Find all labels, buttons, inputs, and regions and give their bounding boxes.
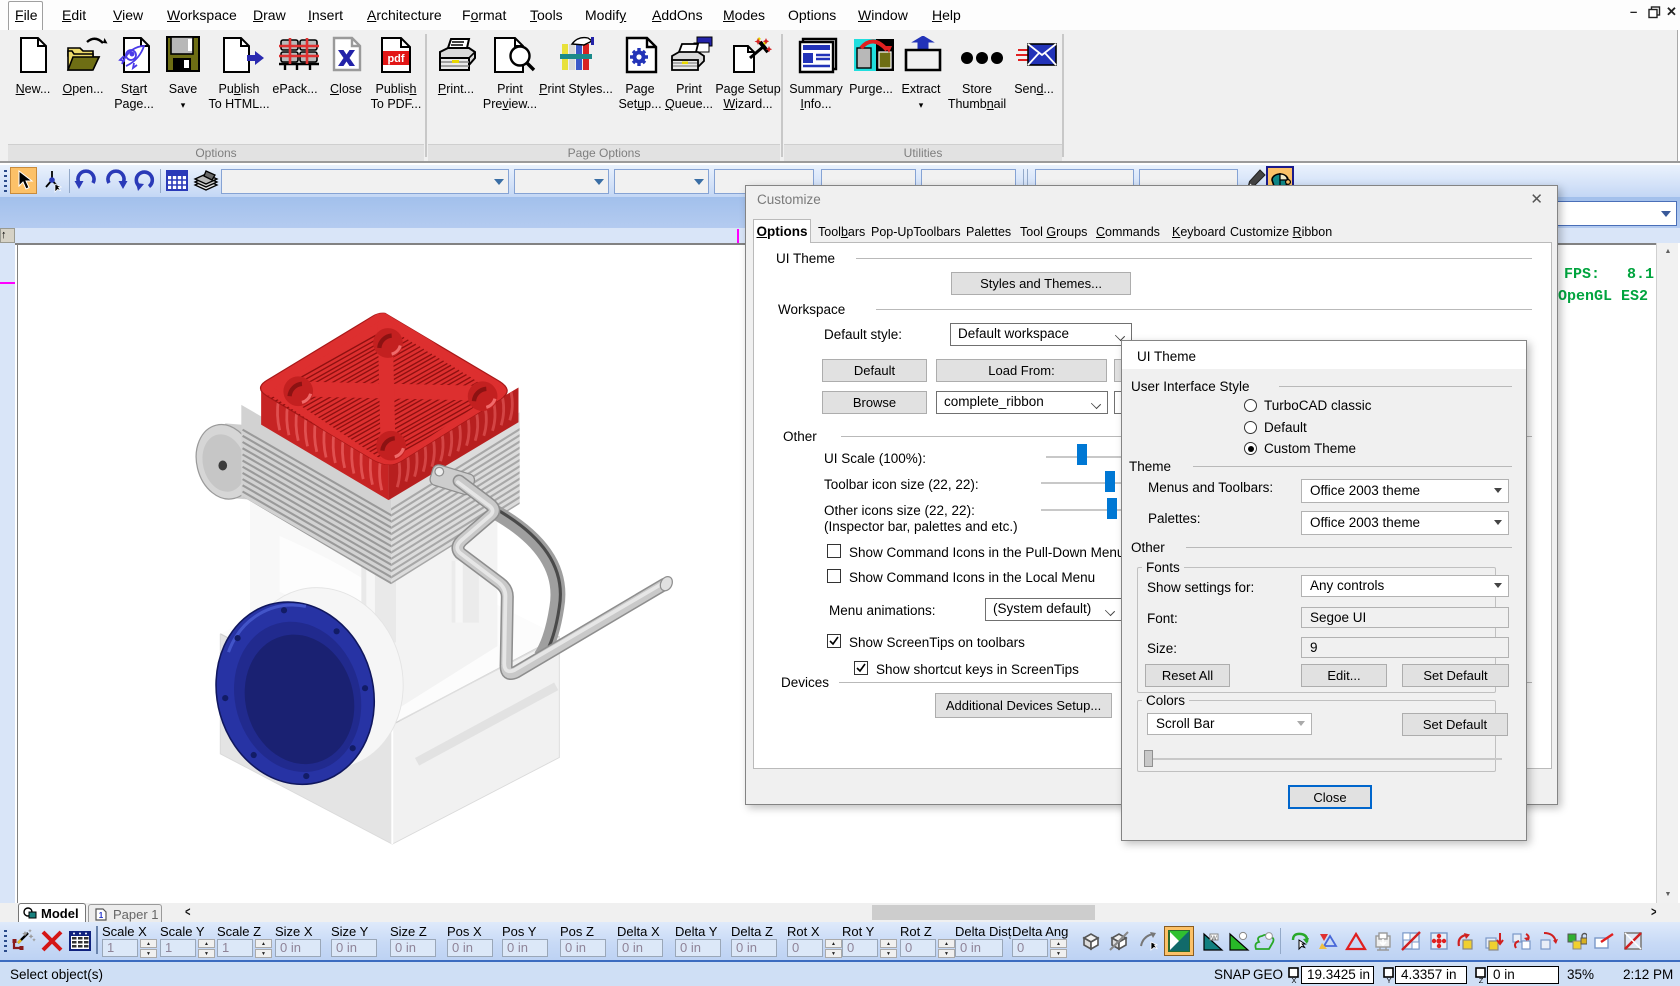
svg-text:W: W <box>1211 936 1217 942</box>
svg-text:X: X <box>1291 976 1296 983</box>
svg-text:Y: Y <box>1386 976 1391 983</box>
svg-text:pdf: pdf <box>387 53 404 65</box>
svg-text:1: 1 <box>99 911 104 920</box>
svg-text:Z: Z <box>1479 976 1484 983</box>
